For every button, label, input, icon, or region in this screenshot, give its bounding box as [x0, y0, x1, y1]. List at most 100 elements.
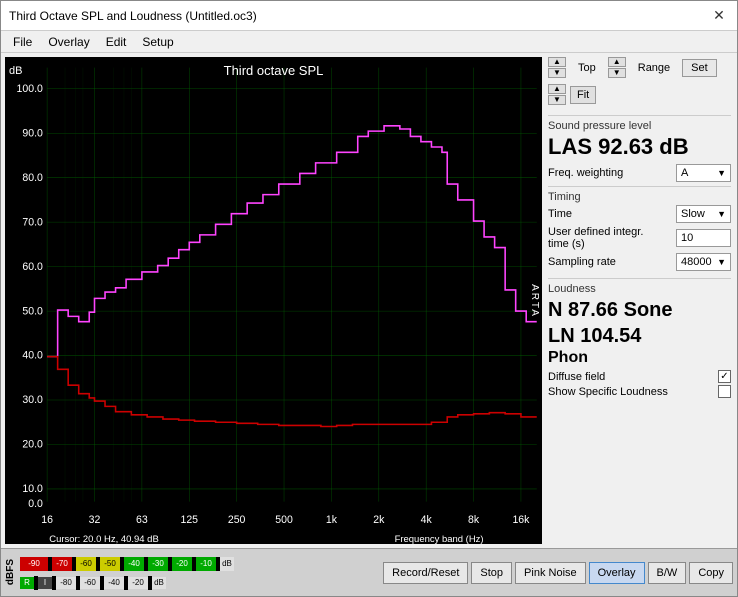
user-defined-row: User defined integr. time (s) — [548, 226, 731, 250]
pink-noise-button[interactable]: Pink Noise — [515, 562, 586, 584]
svg-text:30.0: 30.0 — [22, 394, 43, 406]
freq-weighting-label: Freq. weighting — [548, 167, 623, 179]
freq-weighting-row: Freq. weighting A ▼ — [548, 164, 731, 182]
sampling-rate-arrow-icon: ▼ — [717, 257, 726, 267]
loudness-ln-value: LN 104.54 — [548, 323, 731, 349]
top-up-button[interactable]: ▲ — [548, 57, 566, 67]
svg-text:4k: 4k — [421, 514, 433, 526]
show-specific-checkbox[interactable] — [718, 385, 731, 398]
set-button[interactable]: Set — [682, 59, 717, 77]
chart-title: Third octave SPL — [224, 63, 324, 78]
fit-button[interactable]: Fit — [570, 86, 596, 104]
svg-text:50.0: 50.0 — [22, 305, 43, 317]
meter-wrapper: -90 -70 -60 -50 -40 -30 -20 — [20, 552, 375, 594]
range-label: Range — [634, 62, 674, 74]
sampling-rate-row: Sampling rate 48000 ▼ — [548, 253, 731, 271]
loudness-n-value: N 87.66 Sone — [548, 297, 731, 323]
seg-m20b: -20 — [128, 577, 148, 589]
seg-i: I — [38, 577, 52, 589]
time-dropdown-arrow-icon: ▼ — [717, 209, 726, 219]
top-label: Top — [574, 62, 600, 74]
seg-m90: -90 — [20, 557, 48, 571]
svg-text:60.0: 60.0 — [22, 261, 43, 273]
fit-down-button[interactable]: ▼ — [548, 95, 566, 105]
show-specific-row: Show Specific Loudness — [548, 385, 731, 398]
meter-top-row: -90 -70 -60 -50 -40 -30 -20 — [20, 554, 375, 574]
svg-text:70.0: 70.0 — [22, 216, 43, 228]
svg-text:250: 250 — [228, 514, 246, 526]
loudness-section-label: Loudness — [548, 283, 731, 295]
diffuse-field-label: Diffuse field — [548, 371, 605, 383]
svg-text:16: 16 — [41, 514, 53, 526]
bottom-bar: dBFS -90 -70 -60 -50 -40 — [1, 548, 737, 596]
window-title: Third Octave SPL and Loudness (Untitled.… — [9, 9, 257, 23]
svg-text:40.0: 40.0 — [22, 350, 43, 362]
freq-weighting-value: A — [681, 167, 688, 179]
seg-m60: -60 — [76, 557, 96, 571]
range-down-button[interactable]: ▼ — [608, 68, 626, 78]
svg-text:10.0: 10.0 — [22, 483, 43, 495]
seg-r: R — [20, 577, 34, 589]
seg-m50: -50 — [100, 557, 120, 571]
seg-db1: dB — [220, 557, 234, 571]
menu-edit[interactable]: Edit — [98, 33, 135, 51]
dbfs-section: dBFS -90 -70 -60 -50 -40 — [1, 549, 379, 596]
diffuse-field-row: Diffuse field — [548, 370, 731, 383]
dropdown-arrow-icon: ▼ — [717, 168, 726, 178]
seg-m80: -80 — [56, 577, 76, 589]
seg-m10: -10 — [196, 557, 216, 571]
svg-text:125: 125 — [180, 514, 198, 526]
svg-text:0.0: 0.0 — [28, 498, 43, 510]
svg-text:8k: 8k — [468, 514, 480, 526]
show-specific-label: Show Specific Loudness — [548, 386, 668, 398]
seg-db2: dB — [152, 577, 166, 589]
title-bar: Third Octave SPL and Loudness (Untitled.… — [1, 1, 737, 31]
right-panel: ▲ ▼ Top ▲ ▼ Range Set ▲ ▼ Fit — [542, 53, 737, 548]
overlay-button[interactable]: Overlay — [589, 562, 645, 584]
svg-text:Frequency band (Hz): Frequency band (Hz) — [395, 534, 484, 544]
seg-m30: -30 — [148, 557, 168, 571]
time-dropdown[interactable]: Slow ▼ — [676, 205, 731, 223]
seg-m40b: -40 — [104, 577, 124, 589]
bw-button[interactable]: B/W — [648, 562, 687, 584]
diffuse-field-checkbox[interactable] — [718, 370, 731, 383]
close-button[interactable]: ✕ — [709, 6, 729, 26]
copy-button[interactable]: Copy — [689, 562, 733, 584]
user-defined-input[interactable] — [676, 229, 731, 247]
stop-button[interactable]: Stop — [471, 562, 512, 584]
menu-overlay[interactable]: Overlay — [40, 33, 97, 51]
fit-up-button[interactable]: ▲ — [548, 84, 566, 94]
spl-section: Sound pressure level LAS 92.63 dB Freq. … — [548, 115, 731, 182]
fit-controls: ▲ ▼ Fit — [548, 84, 731, 105]
svg-text:80.0: 80.0 — [22, 172, 43, 184]
dbfs-label: dBFS — [5, 559, 16, 585]
spl-value: LAS 92.63 dB — [548, 134, 731, 160]
sampling-rate-value: 48000 — [681, 256, 712, 268]
bottom-buttons: Record/Reset Stop Pink Noise Overlay B/W… — [379, 549, 737, 596]
timing-section-label: Timing — [548, 191, 731, 203]
top-down-button[interactable]: ▼ — [548, 68, 566, 78]
chart-svg: 100.0 90.0 80.0 70.0 60.0 50.0 40.0 30.0… — [5, 57, 542, 544]
svg-text:16k: 16k — [512, 514, 530, 526]
svg-text:Cursor: 20.0 Hz, 40.94 dB: Cursor: 20.0 Hz, 40.94 dB — [49, 534, 159, 544]
time-row: Time Slow ▼ — [548, 205, 731, 223]
loudness-section: Loudness N 87.66 Sone LN 104.54 Phon Dif… — [548, 278, 731, 398]
svg-text:1k: 1k — [326, 514, 338, 526]
menu-bar: File Overlay Edit Setup — [1, 31, 737, 53]
seg-m40: -40 — [124, 557, 144, 571]
sampling-rate-label: Sampling rate — [548, 256, 616, 268]
time-label: Time — [548, 208, 572, 220]
timing-section: Timing Time Slow ▼ User defined integr. … — [548, 186, 731, 274]
svg-text:100.0: 100.0 — [17, 83, 43, 95]
record-reset-button[interactable]: Record/Reset — [383, 562, 468, 584]
sampling-rate-dropdown[interactable]: 48000 ▼ — [676, 253, 731, 271]
chart-area: Third octave SPL dB ARTA — [5, 57, 542, 544]
range-up-button[interactable]: ▲ — [608, 57, 626, 67]
menu-file[interactable]: File — [5, 33, 40, 51]
svg-text:2k: 2k — [373, 514, 385, 526]
menu-setup[interactable]: Setup — [134, 33, 181, 51]
spl-section-label: Sound pressure level — [548, 120, 731, 132]
freq-weighting-dropdown[interactable]: A ▼ — [676, 164, 731, 182]
svg-text:500: 500 — [275, 514, 293, 526]
time-value: Slow — [681, 208, 705, 220]
